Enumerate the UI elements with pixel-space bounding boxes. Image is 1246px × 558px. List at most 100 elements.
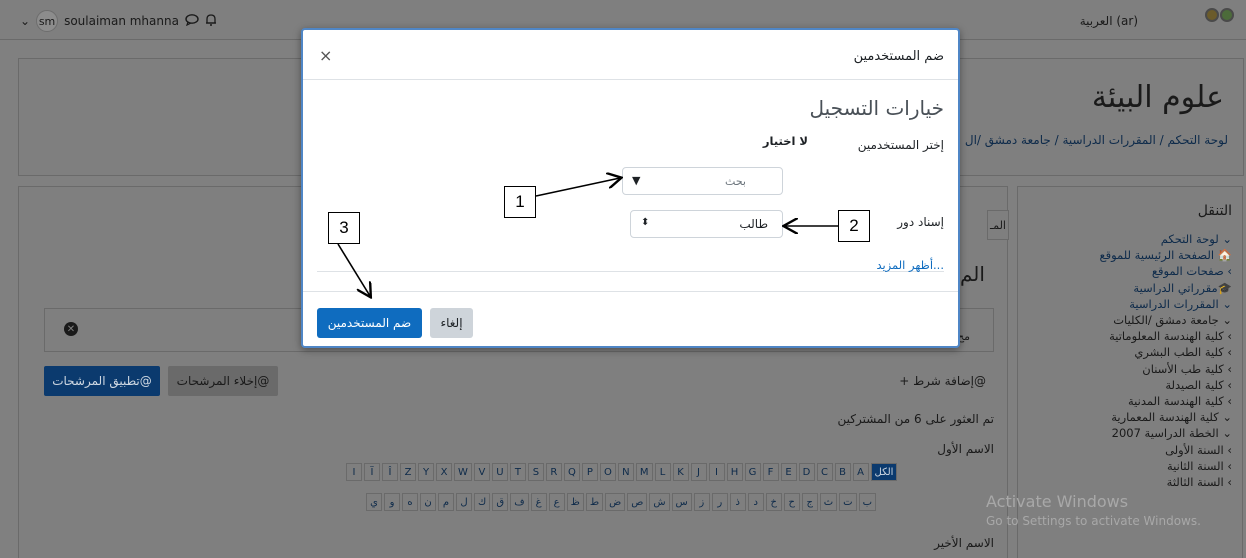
letter-filter[interactable]: ن: [420, 493, 436, 511]
letter-filter[interactable]: ف: [510, 493, 529, 511]
letter-filter[interactable]: Z: [400, 463, 416, 481]
letter-filter[interactable]: X: [436, 463, 452, 481]
user-search-input[interactable]: ▼ بحث: [622, 167, 783, 195]
letter-filter[interactable]: Î: [382, 463, 398, 481]
letter-filter[interactable]: T: [509, 463, 526, 481]
avatar[interactable]: sm: [36, 10, 59, 32]
letter-filter[interactable]: ل: [456, 493, 472, 511]
letter-filter[interactable]: B: [834, 463, 851, 481]
sidebar-item[interactable]: › صفحات الموقع: [1028, 263, 1232, 279]
sidebar-item[interactable]: ⌄ كلية الهندسة المعمارية: [1028, 409, 1232, 425]
sidebar-item[interactable]: ⌄ جامعة دمشق /الكليات: [1028, 312, 1232, 328]
letter-filter[interactable]: A: [852, 463, 869, 481]
first-name-letter-filter: الكل ABCDEFGHIJKLMNOPQRSTUVWXYZÎÏI: [346, 463, 898, 481]
letter-filter[interactable]: ض: [605, 493, 626, 511]
letter-filter[interactable]: ظ: [566, 493, 584, 511]
breadcrumb[interactable]: لوحة التحكم / المقررات الدراسية / جامعة …: [965, 133, 1228, 147]
letter-filter[interactable]: ك: [474, 493, 491, 511]
letter-filter[interactable]: د: [747, 493, 764, 511]
language-menu[interactable]: العربية (ar): [1080, 14, 1138, 28]
letter-filter[interactable]: H: [726, 463, 743, 481]
sidebar-item[interactable]: › السنة الثالثة: [1028, 474, 1232, 490]
letter-filter[interactable]: W: [454, 463, 472, 481]
letter-filter[interactable]: و: [384, 493, 400, 511]
show-more-link[interactable]: أظهر المزيد...: [876, 258, 944, 272]
letter-filter[interactable]: R: [545, 463, 562, 481]
user-name[interactable]: soulaiman mhanna: [64, 14, 179, 28]
letter-filter[interactable]: F: [762, 463, 779, 481]
select-users-label: إختر المستخدمين: [857, 138, 944, 152]
letter-filter[interactable]: م: [438, 493, 454, 511]
letter-filter[interactable]: ت: [839, 493, 857, 511]
letter-filter[interactable]: س: [671, 493, 692, 511]
letter-filter[interactable]: ر: [711, 493, 728, 511]
letter-filter[interactable]: ح: [783, 493, 800, 511]
letter-filter[interactable]: I: [346, 463, 362, 481]
letter-filter[interactable]: C: [816, 463, 833, 481]
letter-filter[interactable]: K: [672, 463, 689, 481]
letter-filter[interactable]: J: [690, 463, 707, 481]
letter-filter[interactable]: ص: [627, 493, 648, 511]
sidebar-item[interactable]: 🎓مقرراتي الدراسية: [1028, 280, 1232, 296]
letter-filter[interactable]: N: [617, 463, 634, 481]
letter-filter[interactable]: ع: [548, 493, 565, 511]
clear-filters-button[interactable]: إخلاء المرشحات@: [168, 366, 278, 396]
sidebar-item[interactable]: › السنة الثانية: [1028, 458, 1232, 474]
sidebar-item[interactable]: › السنة الأولى: [1028, 442, 1232, 458]
sidebar-item[interactable]: › كلية الهندسة المعلوماتية: [1028, 328, 1232, 344]
letter-filter[interactable]: ز: [693, 493, 710, 511]
letter-filter[interactable]: خ: [765, 493, 782, 511]
caret-down-icon[interactable]: ▼: [632, 174, 640, 187]
callout-2: 2: [838, 210, 870, 242]
bell-icon[interactable]: [205, 13, 217, 29]
letter-filter[interactable]: ذ: [729, 493, 746, 511]
add-condition-button[interactable]: + إضافة شرط@: [899, 374, 986, 388]
letter-filter[interactable]: D: [798, 463, 815, 481]
letter-filter[interactable]: غ: [530, 493, 547, 511]
sidebar-item[interactable]: › كلية طب الأسنان: [1028, 361, 1232, 377]
sidebar-item[interactable]: › كلية الطب البشري: [1028, 344, 1232, 360]
letter-filter[interactable]: I: [708, 463, 725, 481]
role-select[interactable]: ⬍ طالب: [630, 210, 783, 238]
letter-filter[interactable]: L: [654, 463, 671, 481]
letter-filter[interactable]: ق: [492, 493, 509, 511]
cancel-button[interactable]: إلغاء: [430, 308, 473, 338]
sidebar-item[interactable]: ⌄ لوحة التحكم: [1028, 231, 1232, 247]
tab-participants[interactable]: المـ: [987, 210, 1009, 240]
letter-filter[interactable]: S: [527, 463, 544, 481]
letter-filter[interactable]: M: [635, 463, 653, 481]
message-icon[interactable]: [185, 13, 199, 29]
sidebar-item[interactable]: ⌄ المقررات الدراسية: [1028, 296, 1232, 312]
letter-filter[interactable]: ث: [819, 493, 838, 511]
close-icon[interactable]: ✕: [64, 322, 78, 336]
language-label[interactable]: العربية (ar): [1080, 14, 1138, 28]
sidebar-item[interactable]: ⌄ الخطة الدراسية 2007: [1028, 425, 1232, 441]
letter-filter[interactable]: ط: [585, 493, 604, 511]
letter-filter[interactable]: P: [581, 463, 598, 481]
sidebar-item[interactable]: 🏠 الصفحة الرئيسية للموقع: [1028, 247, 1233, 263]
no-selection-text: لا اختيار: [762, 134, 808, 148]
letter-filter[interactable]: V: [473, 463, 490, 481]
enrol-users-button[interactable]: ضم المستخدمين: [317, 308, 422, 338]
letter-filter[interactable]: ج: [801, 493, 818, 511]
letter-filter[interactable]: ه: [402, 493, 418, 511]
user-menu[interactable]: ⌄ sm soulaiman mhanna: [20, 10, 217, 32]
letter-all[interactable]: الكل: [870, 463, 898, 481]
letter-filter[interactable]: ي: [366, 493, 382, 511]
letter-filter[interactable]: Y: [418, 463, 434, 481]
apply-filters-button[interactable]: تطبيق المرشحات@: [44, 366, 160, 396]
enrolment-options-title: خيارات التسجيل: [809, 96, 944, 120]
letter-filter[interactable]: O: [599, 463, 616, 481]
sidebar-item[interactable]: › كلية الهندسة المدنية: [1028, 393, 1232, 409]
letter-filter[interactable]: ب: [858, 493, 877, 511]
letter-filter[interactable]: G: [744, 463, 761, 481]
close-icon[interactable]: ×: [319, 46, 332, 65]
site-logo[interactable]: [1204, 8, 1234, 32]
letter-filter[interactable]: U: [491, 463, 508, 481]
letter-filter[interactable]: Ï: [364, 463, 380, 481]
letter-filter[interactable]: Q: [563, 463, 580, 481]
sidebar-item[interactable]: › كلية الصيدلة: [1028, 377, 1232, 393]
letter-filter[interactable]: ش: [649, 493, 670, 511]
assign-role-label: إسناد دور: [897, 215, 944, 229]
letter-filter[interactable]: E: [780, 463, 797, 481]
